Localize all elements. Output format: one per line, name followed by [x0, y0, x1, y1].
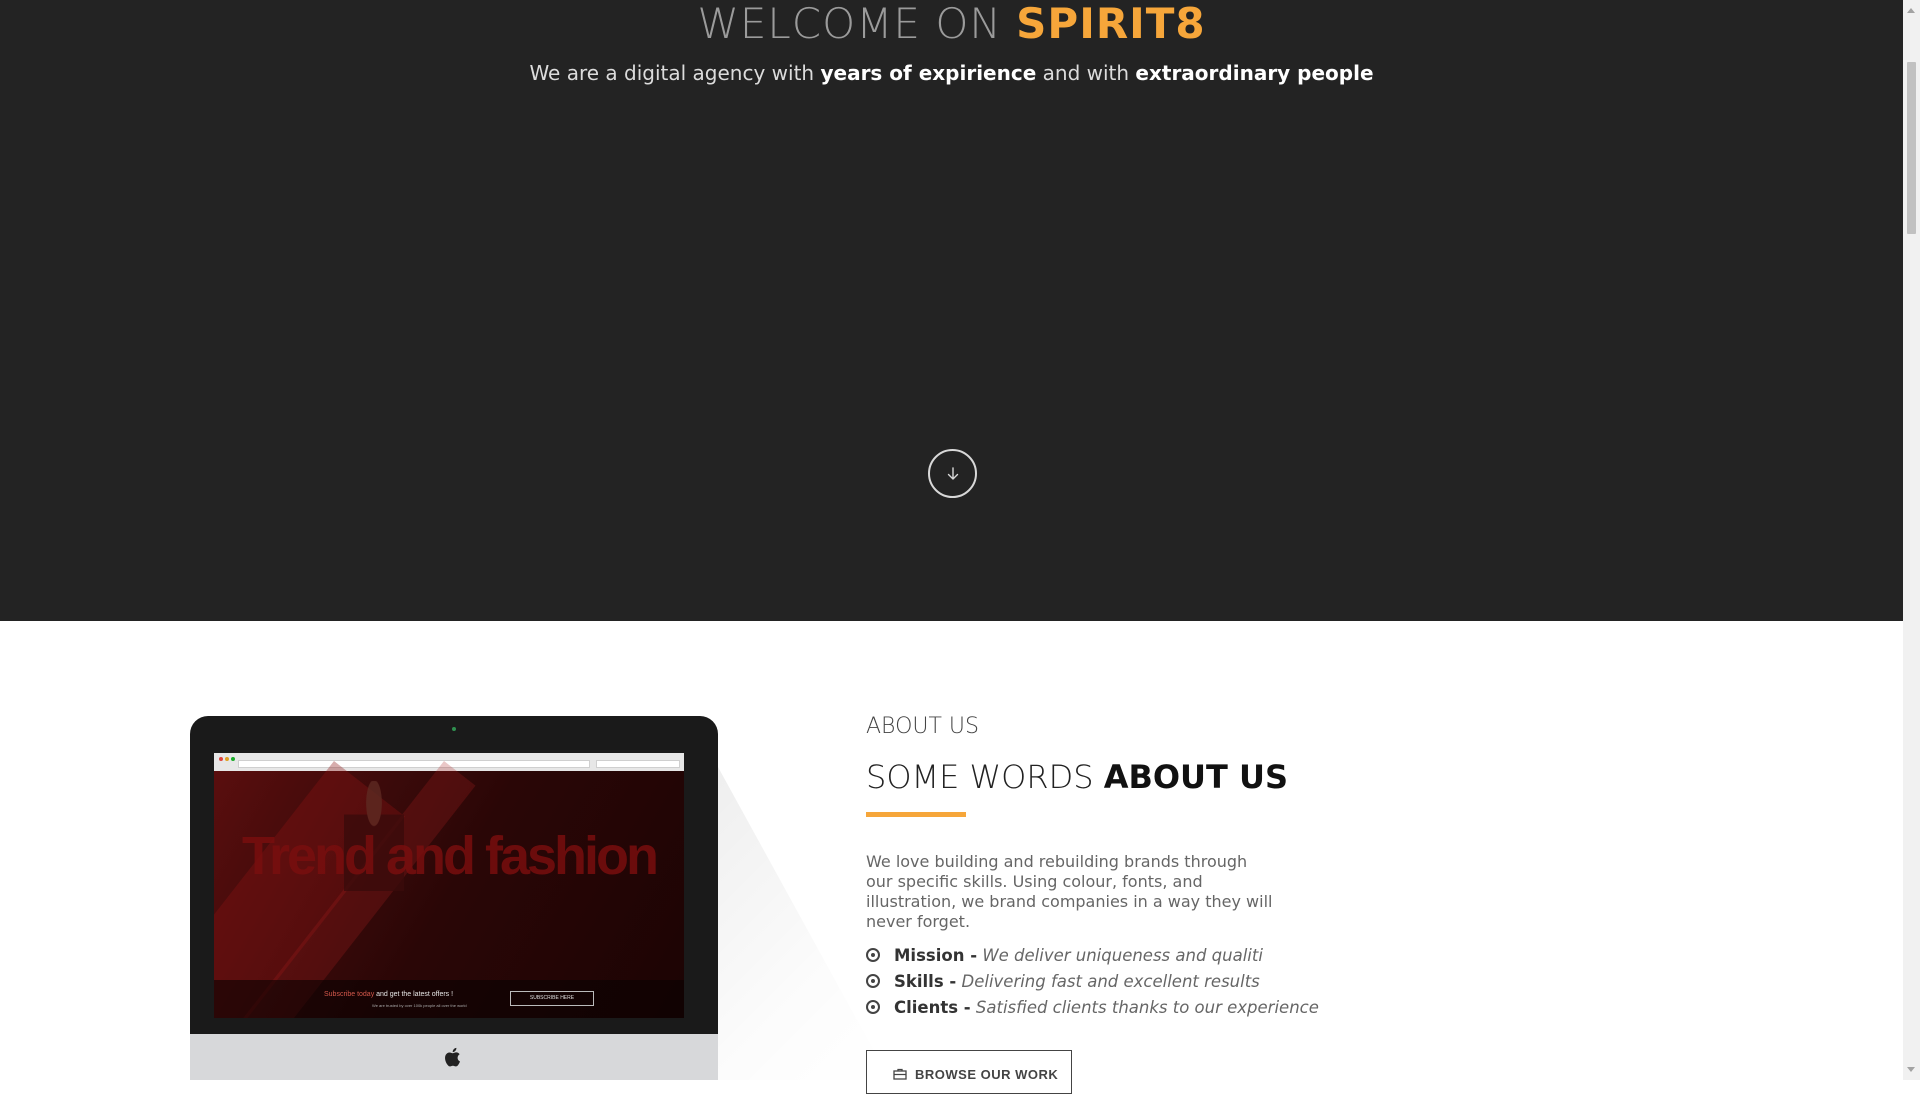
mockup-subscribe-highlight: Subscribe today — [324, 991, 375, 998]
hero-subtitle-part: We are a digital agency with — [529, 61, 821, 85]
list-item: Mission - We deliver uniqueness and qual… — [866, 943, 1319, 969]
circle-bullet-icon — [866, 974, 880, 988]
about-eyebrow: ABOUT US — [866, 714, 979, 739]
monitor-chin — [190, 1034, 718, 1080]
hero-subtitle-bold: extraordinary people — [1135, 61, 1374, 85]
mockup-subscribe-rest: and get the latest offers ! — [374, 991, 454, 998]
monitor-screen: Trend and fashion Subscribe today and ge… — [214, 753, 684, 1018]
camera-dot — [452, 727, 456, 731]
about-description: We love building and rebuilding brands t… — [866, 852, 1273, 931]
hero-title-prefix: WELCOME ON — [697, 0, 1017, 48]
about-features-list: Mission - We deliver uniqueness and qual… — [866, 943, 1319, 1021]
item-term: Clients - — [894, 998, 971, 1017]
item-description: Satisfied clients thanks to our experien… — [975, 998, 1319, 1017]
hero-subtitle: We are a digital agency with years of ex… — [0, 58, 1903, 88]
item-term: Skills - — [894, 972, 957, 991]
mockup-footer: Subscribe today and get the latest offer… — [214, 980, 684, 1018]
browse-our-work-button[interactable]: BROWSE OUR WORK — [866, 1050, 1072, 1094]
hero-title: WELCOME ON SPIRIT8 — [0, 0, 1903, 54]
hero-section: WELCOME ON SPIRIT8 We are a digital agen… — [0, 0, 1903, 621]
circle-bullet-icon — [866, 1000, 880, 1014]
monitor-mockup: Trend and fashion Subscribe today and ge… — [190, 716, 718, 1080]
arrow-down-icon — [947, 466, 958, 480]
circle-bullet-icon — [866, 948, 880, 962]
monitor-shadow — [690, 716, 890, 1080]
item-term: Mission - — [894, 946, 978, 965]
mockup-minimize-dot — [225, 757, 229, 761]
list-item: Skills - Delivering fast and excellent r… — [866, 969, 1319, 995]
hero-subtitle-part: and with — [1036, 61, 1136, 85]
mockup-close-dot — [219, 757, 223, 761]
scrollbar-thumb[interactable] — [1907, 62, 1916, 234]
about-title-bold: ABOUT US — [1103, 758, 1289, 796]
mockup-subscribe-text: Subscribe today and get the latest offer… — [324, 991, 453, 998]
apple-logo-icon — [445, 1047, 460, 1067]
about-title: SOME WORDS ABOUT US — [866, 755, 1288, 799]
briefcase-icon — [893, 1068, 907, 1080]
title-underline — [866, 812, 966, 817]
mockup-url-bar — [238, 760, 590, 768]
page-scrollbar[interactable] — [1903, 0, 1920, 1080]
mockup-search-bar — [596, 760, 680, 768]
scroll-down-arrow-icon[interactable] — [1907, 1067, 1915, 1072]
hero-subtitle-bold: years of expirience — [820, 61, 1037, 85]
item-description: Delivering fast and excellent results — [961, 972, 1260, 991]
mockup-subscribe-button: SUBSCRIBE HERE — [510, 991, 594, 1006]
hero-brand-name: SPIRIT8 — [1016, 0, 1206, 48]
mockup-small-text: We are trusted by over 100k people all o… — [372, 1003, 467, 1008]
mockup-headline: Trend and fashion — [241, 826, 659, 886]
scroll-down-button[interactable] — [928, 449, 977, 498]
mockup-maximize-dot — [231, 757, 235, 761]
about-title-light: SOME WORDS — [866, 758, 1104, 796]
list-item: Clients - Satisfied clients thanks to ou… — [866, 995, 1319, 1021]
item-description: We deliver uniqueness and qualiti — [982, 946, 1263, 965]
scroll-up-arrow-icon[interactable] — [1907, 8, 1915, 13]
